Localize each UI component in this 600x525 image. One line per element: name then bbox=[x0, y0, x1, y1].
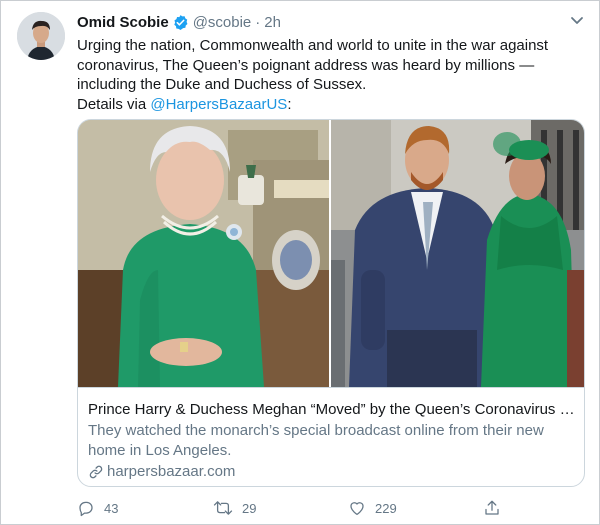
queen-photo bbox=[78, 120, 329, 387]
reply-count: 43 bbox=[104, 500, 119, 516]
verified-badge-icon bbox=[172, 14, 189, 31]
card-domain[interactable]: harpersbazaar.com bbox=[88, 462, 584, 482]
retweet-button[interactable]: 29 bbox=[213, 497, 256, 519]
mention-link[interactable]: @HarpersBazaarUS bbox=[150, 96, 287, 113]
link-icon bbox=[89, 465, 103, 479]
author-handle[interactable]: @scobie bbox=[193, 14, 252, 31]
tweet-header: Omid Scobie @scobie · 2h bbox=[77, 12, 281, 32]
like-count: 229 bbox=[375, 500, 397, 516]
share-icon bbox=[485, 500, 499, 515]
details-suffix: : bbox=[287, 95, 292, 113]
tweet-text-line: coronavirus, The Queen’s poignant addres… bbox=[77, 56, 535, 74]
tweet-container[interactable]: Omid Scobie @scobie · 2h Urging the nati… bbox=[0, 0, 600, 525]
author-name[interactable]: Omid Scobie bbox=[77, 14, 169, 31]
card-domain-text: harpersbazaar.com bbox=[107, 463, 236, 480]
retweet-count: 29 bbox=[242, 500, 257, 516]
tweet-timestamp[interactable]: 2h bbox=[264, 14, 281, 31]
link-card[interactable]: Prince Harry & Duchess Meghan “Moved” by… bbox=[77, 119, 585, 487]
couple-photo bbox=[331, 120, 584, 387]
card-body[interactable]: Prince Harry & Duchess Meghan “Moved” by… bbox=[78, 387, 584, 486]
avatar[interactable] bbox=[17, 12, 65, 60]
chevron-down-icon[interactable] bbox=[568, 11, 586, 29]
like-button[interactable]: 229 bbox=[348, 497, 397, 519]
like-icon bbox=[350, 502, 364, 516]
tweet-text-line: including the Duke and Duchess of Sussex… bbox=[77, 76, 367, 93]
reply-icon bbox=[79, 501, 93, 517]
tweet-actions: 43 29 229 bbox=[77, 497, 517, 519]
share-button[interactable] bbox=[483, 497, 510, 519]
details-prefix: Details via bbox=[77, 95, 151, 113]
retweet-icon bbox=[213, 501, 233, 515]
separator-dot: · bbox=[255, 13, 261, 31]
card-title[interactable]: Prince Harry & Duchess Meghan “Moved” by… bbox=[88, 400, 578, 420]
card-description: They watched the monarch’s special broad… bbox=[88, 422, 544, 459]
tweet-text-line: Urging the nation, Commonwealth and worl… bbox=[77, 37, 549, 54]
tweet-text: Urging the nation, Commonwealth and worl… bbox=[77, 36, 582, 114]
tweet-details-line: Details via @HarpersBazaarUS: bbox=[77, 95, 582, 115]
reply-button[interactable]: 43 bbox=[77, 497, 118, 519]
